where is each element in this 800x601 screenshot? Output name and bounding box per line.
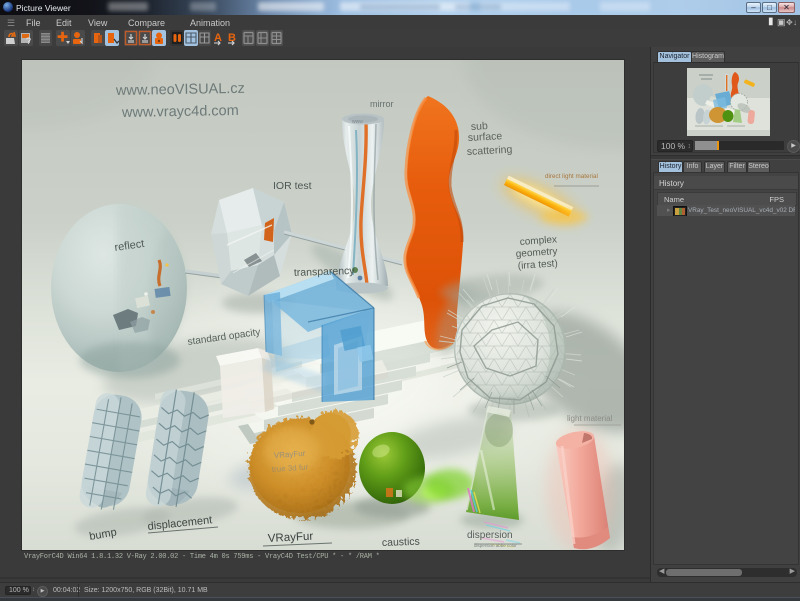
svg-text:transparency: transparency — [294, 265, 356, 279]
svg-text:A: A — [214, 32, 222, 44]
svg-text:light material: light material — [567, 414, 613, 423]
svg-text:dispersion: dispersion — [467, 530, 513, 541]
svg-text:B: B — [228, 32, 236, 44]
svg-text:www.vrayc4d.com: www.vrayc4d.com — [121, 103, 239, 121]
svg-text:scattering: scattering — [467, 144, 513, 158]
svg-text:VRayFur: VRayFur — [268, 531, 314, 545]
svg-text:www: www — [352, 119, 363, 125]
svg-text:caustics: caustics — [382, 536, 420, 549]
svg-text:direct light material: direct light material — [545, 173, 598, 180]
svg-text:?: ? — [26, 36, 31, 46]
svg-text:mirror: mirror — [370, 99, 394, 109]
svg-text:IOR test: IOR test — [273, 180, 312, 192]
svg-text:surface: surface — [468, 130, 503, 144]
svg-text:dispersion abbe color: dispersion abbe color — [474, 543, 517, 548]
svg-text:www.neoVISUAL.cz: www.neoVISUAL.cz — [115, 81, 245, 99]
